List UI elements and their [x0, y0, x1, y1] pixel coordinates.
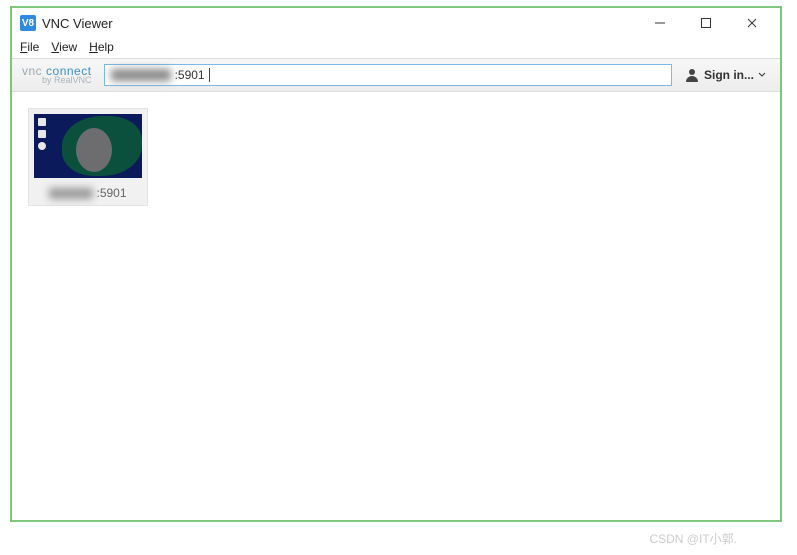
user-icon — [684, 67, 700, 83]
connections-area: :5901 — [12, 92, 780, 520]
connection-port: :5901 — [96, 186, 126, 200]
vnc-viewer-window: V8 VNC Viewer File View Help vnc connect… — [10, 6, 782, 522]
minimize-button[interactable] — [646, 13, 674, 33]
redacted-host — [111, 69, 171, 81]
connection-label: :5901 — [49, 186, 126, 200]
address-port: :5901 — [175, 68, 205, 82]
redacted-host — [49, 188, 93, 199]
titlebar: V8 VNC Viewer — [12, 8, 780, 38]
sign-in-label: Sign in... — [704, 68, 754, 82]
close-button[interactable] — [738, 13, 766, 33]
connection-thumbnail — [34, 114, 142, 178]
window-title: VNC Viewer — [42, 16, 646, 31]
app-icon: V8 — [20, 15, 36, 31]
window-controls — [646, 13, 766, 33]
toolbar: vnc connect by RealVNC :5901 Sign in... — [12, 58, 780, 92]
text-cursor — [209, 68, 210, 82]
connection-tile[interactable]: :5901 — [28, 108, 148, 206]
menu-view[interactable]: View — [51, 40, 77, 54]
sign-in-button[interactable]: Sign in... — [680, 67, 770, 83]
menubar: File View Help — [12, 38, 780, 58]
watermark: CSDN @IT小郭. — [649, 530, 737, 547]
menu-file[interactable]: File — [20, 40, 39, 54]
chevron-down-icon — [758, 71, 766, 79]
address-input[interactable]: :5901 — [104, 64, 672, 86]
menu-help[interactable]: Help — [89, 40, 114, 54]
maximize-button[interactable] — [692, 13, 720, 33]
brand-logo: vnc connect by RealVNC — [22, 66, 92, 85]
